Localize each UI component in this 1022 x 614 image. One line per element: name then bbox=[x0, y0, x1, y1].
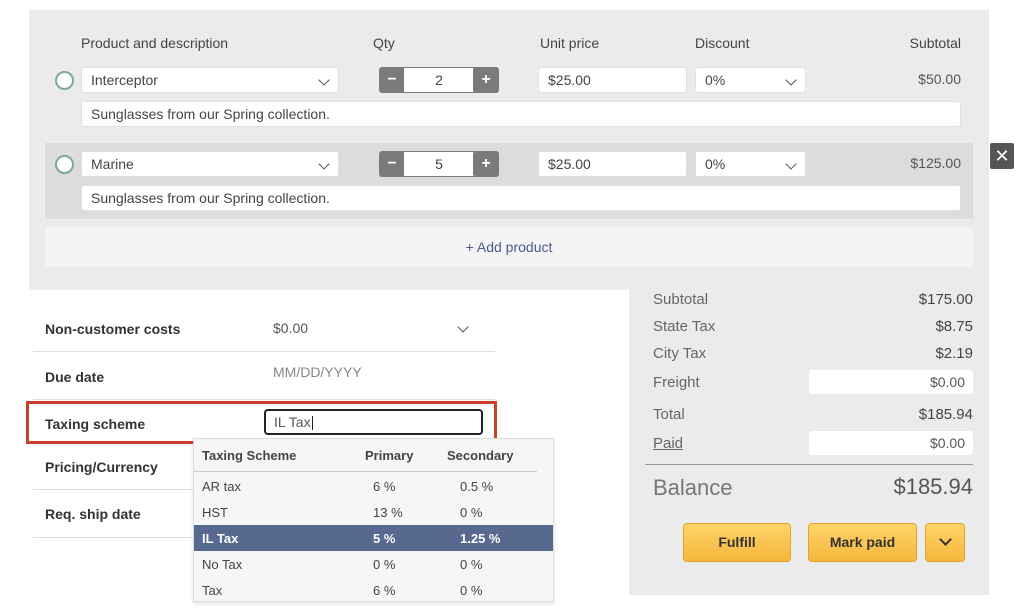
fulfill-button[interactable]: Fulfill bbox=[683, 523, 791, 562]
product-row: Marine − 5 + $25.00 0% $125.00 Sunglasse… bbox=[45, 143, 973, 219]
header-secondary: Secondary bbox=[447, 448, 514, 463]
more-actions-button[interactable] bbox=[925, 523, 965, 562]
tax-option-primary: 6 % bbox=[373, 479, 396, 494]
header-primary: Primary bbox=[365, 448, 414, 463]
tax-option-secondary: 0 % bbox=[460, 505, 483, 520]
tax-option-name: No Tax bbox=[202, 557, 243, 572]
freight-input[interactable]: $0.00 bbox=[809, 370, 973, 394]
close-icon[interactable]: ✕ bbox=[990, 143, 1014, 169]
tax-option-primary: 0 % bbox=[373, 557, 396, 572]
summary-city-tax-row: City Tax $2.19 bbox=[653, 345, 973, 362]
summary-subtotal-value: $175.00 bbox=[918, 291, 973, 308]
summary-state-tax-label: State Tax bbox=[653, 318, 716, 335]
tax-option-name: Tax bbox=[202, 583, 223, 598]
pricing-currency-label: Pricing/Currency bbox=[45, 459, 158, 475]
summary-state-tax-row: State Tax $8.75 bbox=[653, 318, 973, 335]
products-panel: Product and description Qty Unit price D… bbox=[29, 10, 989, 290]
product-name: Interceptor bbox=[91, 72, 158, 88]
chevron-down-icon bbox=[939, 533, 952, 546]
header-discount: Discount bbox=[695, 35, 750, 51]
summary-city-tax-label: City Tax bbox=[653, 345, 707, 362]
add-product-button[interactable]: + Add product bbox=[45, 227, 973, 267]
tax-option-name: HST bbox=[202, 505, 228, 520]
tax-option-primary: 13 % bbox=[373, 505, 403, 520]
summary-total-row: Total $185.94 bbox=[653, 406, 973, 423]
chevron-down-icon[interactable] bbox=[457, 321, 469, 333]
mark-paid-button[interactable]: Mark paid bbox=[808, 523, 917, 562]
quantity-stepper: − 2 + bbox=[379, 67, 499, 93]
summary-total-value: $185.94 bbox=[918, 406, 973, 423]
tax-option-row[interactable]: Tax 6 % 0 % bbox=[194, 577, 553, 603]
decrement-button[interactable]: − bbox=[379, 67, 405, 93]
row-subtotal: $125.00 bbox=[910, 155, 961, 171]
tax-option-row[interactable]: AR tax 6 % 0.5 % bbox=[194, 473, 553, 499]
chevron-down-icon bbox=[318, 74, 330, 86]
header-taxing-scheme: Taxing Scheme bbox=[202, 448, 297, 463]
product-select-radio[interactable] bbox=[55, 71, 74, 90]
chevron-down-icon bbox=[785, 158, 797, 170]
balance-label: Balance bbox=[653, 475, 733, 500]
increment-button[interactable]: + bbox=[473, 67, 499, 93]
due-date-label: Due date bbox=[45, 369, 105, 385]
discount-value: 0% bbox=[705, 72, 726, 88]
product-select-radio[interactable] bbox=[55, 155, 74, 174]
balance-value: $185.94 bbox=[893, 474, 973, 499]
summary-city-tax-value: $2.19 bbox=[935, 345, 973, 362]
description-input[interactable]: Sunglasses from our Spring collection. bbox=[81, 185, 961, 211]
header-product: Product and description bbox=[81, 35, 229, 51]
product-select[interactable]: Marine bbox=[81, 151, 339, 177]
header-qty: Qty bbox=[373, 35, 395, 51]
discount-select[interactable]: 0% bbox=[695, 67, 806, 93]
product-name: Marine bbox=[91, 156, 134, 172]
taxing-scheme-dropdown: Taxing Scheme Primary Secondary AR tax 6… bbox=[193, 438, 554, 602]
tax-option-row[interactable]: HST 13 % 0 % bbox=[194, 499, 553, 525]
header-subtotal: Subtotal bbox=[909, 35, 961, 51]
req-ship-date-label: Req. ship date bbox=[45, 506, 141, 522]
tax-option-row-selected[interactable]: IL Tax 5 % 1.25 % bbox=[194, 525, 553, 551]
tax-option-secondary: 1.25 % bbox=[460, 531, 501, 546]
decrement-button[interactable]: − bbox=[379, 151, 405, 177]
product-select[interactable]: Interceptor bbox=[81, 67, 339, 93]
discount-select[interactable]: 0% bbox=[695, 151, 806, 177]
summary-freight-label: Freight bbox=[653, 374, 700, 391]
tax-option-secondary: 0.5 % bbox=[460, 479, 494, 494]
product-row: Interceptor − 2 + $25.00 0% $50.00 Sungl… bbox=[45, 59, 973, 134]
non-customer-costs-value[interactable]: $0.00 bbox=[273, 320, 308, 336]
taxing-scheme-input[interactable]: IL Tax bbox=[264, 409, 483, 435]
chevron-down-icon bbox=[318, 158, 330, 170]
order-summary-panel: Subtotal $175.00 State Tax $8.75 City Ta… bbox=[629, 290, 989, 595]
row-subtotal: $50.00 bbox=[918, 71, 961, 87]
non-customer-costs-label: Non-customer costs bbox=[45, 321, 181, 337]
unit-price-input[interactable]: $25.00 bbox=[538, 67, 687, 93]
tax-option-name: IL Tax bbox=[202, 531, 239, 546]
header-unit-price: Unit price bbox=[540, 35, 600, 51]
summary-state-tax-value: $8.75 bbox=[935, 318, 973, 335]
summary-subtotal-row: Subtotal $175.00 bbox=[653, 291, 973, 308]
taxing-scheme-value: IL Tax bbox=[274, 414, 311, 430]
increment-button[interactable]: + bbox=[473, 151, 499, 177]
summary-subtotal-label: Subtotal bbox=[653, 291, 709, 308]
tax-option-secondary: 0 % bbox=[460, 583, 483, 598]
non-customer-costs-row: Non-customer costs $0.00 bbox=[33, 304, 495, 352]
chevron-down-icon bbox=[785, 74, 797, 86]
tax-option-secondary: 0 % bbox=[460, 557, 483, 572]
description-input[interactable]: Sunglasses from our Spring collection. bbox=[81, 101, 961, 127]
text-caret bbox=[311, 416, 313, 431]
unit-price-input[interactable]: $25.00 bbox=[538, 151, 687, 177]
tax-option-primary: 6 % bbox=[373, 583, 396, 598]
quantity-stepper: − 5 + bbox=[379, 151, 499, 177]
discount-value: 0% bbox=[705, 156, 726, 172]
tax-option-row[interactable]: No Tax 0 % 0 % bbox=[194, 551, 553, 577]
summary-total-label: Total bbox=[653, 406, 685, 423]
paid-input[interactable]: $0.00 bbox=[809, 431, 973, 455]
tax-option-name: AR tax bbox=[202, 479, 242, 494]
due-date-row: Due date MM/DD/YYYY bbox=[33, 352, 495, 400]
tax-option-primary: 5 % bbox=[373, 531, 396, 546]
dropdown-header: Taxing Scheme Primary Secondary bbox=[194, 439, 537, 472]
due-date-input[interactable]: MM/DD/YYYY bbox=[273, 364, 362, 380]
paid-link[interactable]: Paid bbox=[653, 435, 683, 452]
quantity-input[interactable]: 2 bbox=[403, 67, 475, 93]
quantity-input[interactable]: 5 bbox=[403, 151, 475, 177]
summary-divider bbox=[645, 464, 973, 465]
